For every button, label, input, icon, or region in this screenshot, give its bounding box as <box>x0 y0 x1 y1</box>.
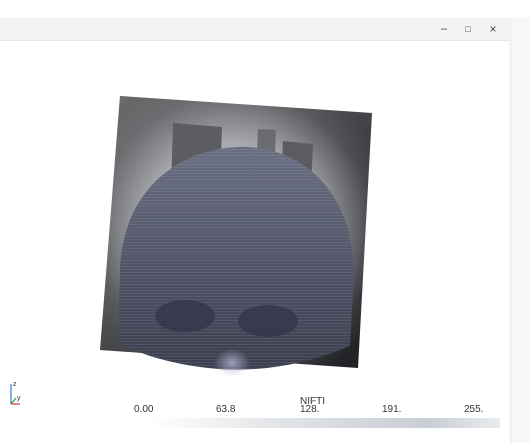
left-eye-socket <box>155 300 215 332</box>
right-edge-panel <box>510 18 530 443</box>
render-viewport[interactable] <box>0 41 510 443</box>
colorbar-tick: 255. <box>464 404 484 415</box>
window-titlebar: – □ × <box>0 18 510 41</box>
close-button[interactable]: × <box>481 18 505 40</box>
right-eye-socket <box>238 305 298 337</box>
colorbar-tick: 0.00 <box>134 404 154 415</box>
colorbar-gradient <box>150 418 500 428</box>
maximize-button[interactable]: □ <box>456 18 480 40</box>
volume-render-scene <box>100 96 372 377</box>
close-icon: × <box>489 22 497 36</box>
colorbar-tick: 128. <box>300 404 320 415</box>
minimize-button[interactable]: – <box>432 18 456 40</box>
orientation-axes-icon: z y <box>10 381 21 405</box>
colorbar-tick: 63.8 <box>216 404 236 415</box>
maximize-icon: □ <box>465 24 471 34</box>
chin-highlight <box>214 349 250 377</box>
axis-label-y: y <box>17 395 21 402</box>
minimize-icon: – <box>440 23 448 35</box>
colorbar-tick: 191. <box>382 404 402 415</box>
axis-label-z: z <box>13 381 17 388</box>
